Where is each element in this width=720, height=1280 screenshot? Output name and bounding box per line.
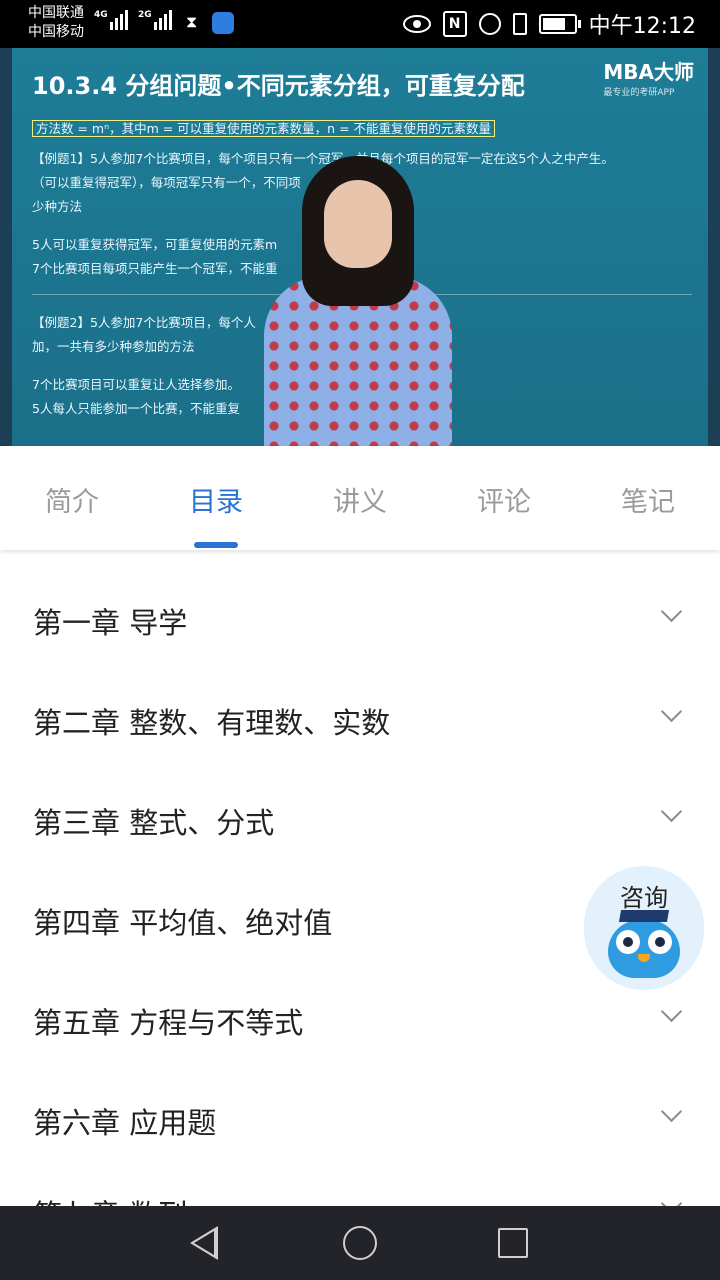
chapter-title: 第六章 应用题 xyxy=(33,1106,217,1140)
slide-line: 5人每人只能参加一个比赛，不能重复 xyxy=(32,401,240,416)
slide-line: 加，一共有多少种参加的方法 xyxy=(32,339,195,354)
tab-comments[interactable]: 评论 xyxy=(432,480,576,519)
logo-subtext: 最专业的考研APP xyxy=(603,88,675,98)
status-bar: 中国联通 中国移动 4G 2G ⧗ N 中午12:12 xyxy=(0,0,720,48)
graduation-cap-icon xyxy=(618,910,670,922)
recent-apps-icon[interactable] xyxy=(498,1228,528,1258)
chapter-title: 第五章 方程与不等式 xyxy=(33,1006,304,1040)
tab-indicator xyxy=(194,542,238,548)
owl-eye-icon xyxy=(616,930,640,954)
chapter-item[interactable]: 第六章 应用题 xyxy=(0,1066,720,1166)
presenter-image xyxy=(258,156,458,446)
shield-icon xyxy=(212,12,234,34)
chapter-title: 第二章 整数、有理数、实数 xyxy=(33,706,391,740)
tab-intro[interactable]: 简介 xyxy=(0,480,144,519)
network-type-1: 4G xyxy=(94,10,108,20)
eye-icon xyxy=(402,15,431,33)
tab-notes[interactable]: 笔记 xyxy=(576,480,720,519)
slide-line: 【例题2】5人参加7个比赛项目，每个人 xyxy=(32,315,256,330)
slide-line: 7个比赛项目每项只能产生一个冠军，不能重 xyxy=(32,261,278,276)
chevron-down-icon[interactable] xyxy=(660,600,683,623)
chapter-item[interactable]: 第七章 数列 xyxy=(0,1158,720,1206)
vibrate-icon xyxy=(512,13,527,35)
tab-handout[interactable]: 讲义 xyxy=(288,480,432,519)
clock: 中午12:12 xyxy=(588,14,696,39)
carrier-1: 中国联通 xyxy=(28,5,84,21)
slide-logo: MBA大师 最专业的考研APP xyxy=(603,56,694,98)
chapter-item[interactable]: 第二章 整数、有理数、实数 xyxy=(0,666,720,766)
slide-line: 7个比赛项目可以重复让人选择参加。 xyxy=(32,377,240,392)
chapter-title: 第四章 平均值、绝对值 xyxy=(33,906,333,940)
navigation-bar xyxy=(0,1206,720,1280)
chapter-title: 第七章 数列 xyxy=(33,1192,187,1206)
slide-line: 5人可以重复获得冠军，可重复使用的元素m xyxy=(32,237,278,252)
hourglass-icon: ⧗ xyxy=(186,12,198,31)
chapter-title: 第三章 整式、分式 xyxy=(33,806,275,840)
chevron-down-icon[interactable] xyxy=(660,1100,683,1123)
chapter-item[interactable]: 第三章 整式、分式 xyxy=(0,766,720,866)
chevron-down-icon[interactable] xyxy=(660,700,683,723)
slide-title: 10.3.4 分组问题•不同元素分组，可重复分配 xyxy=(32,72,525,100)
chevron-down-icon[interactable] xyxy=(660,800,683,823)
nfc-icon: N xyxy=(442,11,467,37)
chapter-title: 第一章 导学 xyxy=(33,606,188,640)
chevron-down-icon[interactable] xyxy=(660,1000,683,1023)
signal-icon xyxy=(110,10,128,30)
slide-line: 方法数 = mⁿ，其中m = 可以重复使用的元素数量，n = 不能重复使用的元素… xyxy=(32,120,496,137)
logo-text: MBA大师 xyxy=(603,60,694,84)
chapter-item[interactable]: 第一章 导学 xyxy=(0,566,720,666)
slide-line: 少种方法 xyxy=(32,199,83,214)
consult-button[interactable]: 咨询 xyxy=(584,866,704,990)
carrier-labels: 中国联通 中国移动 xyxy=(28,4,84,42)
alarm-icon xyxy=(478,13,501,35)
consult-label: 咨询 xyxy=(620,884,668,912)
chevron-down-icon[interactable] xyxy=(660,1192,683,1206)
tab-bar: 简介 目录 讲义 评论 笔记 xyxy=(0,446,720,550)
battery-icon xyxy=(538,14,581,34)
network-type-2: 2G xyxy=(138,10,152,20)
tab-catalog[interactable]: 目录 xyxy=(144,480,288,519)
back-icon[interactable] xyxy=(190,1226,218,1260)
carrier-2: 中国移动 xyxy=(28,24,84,40)
video-player[interactable]: 10.3.4 分组问题•不同元素分组，可重复分配 MBA大师 最专业的考研APP… xyxy=(0,48,720,446)
home-icon[interactable] xyxy=(343,1226,377,1260)
owl-eye-icon xyxy=(648,930,672,954)
signal-icon-2 xyxy=(154,10,172,30)
